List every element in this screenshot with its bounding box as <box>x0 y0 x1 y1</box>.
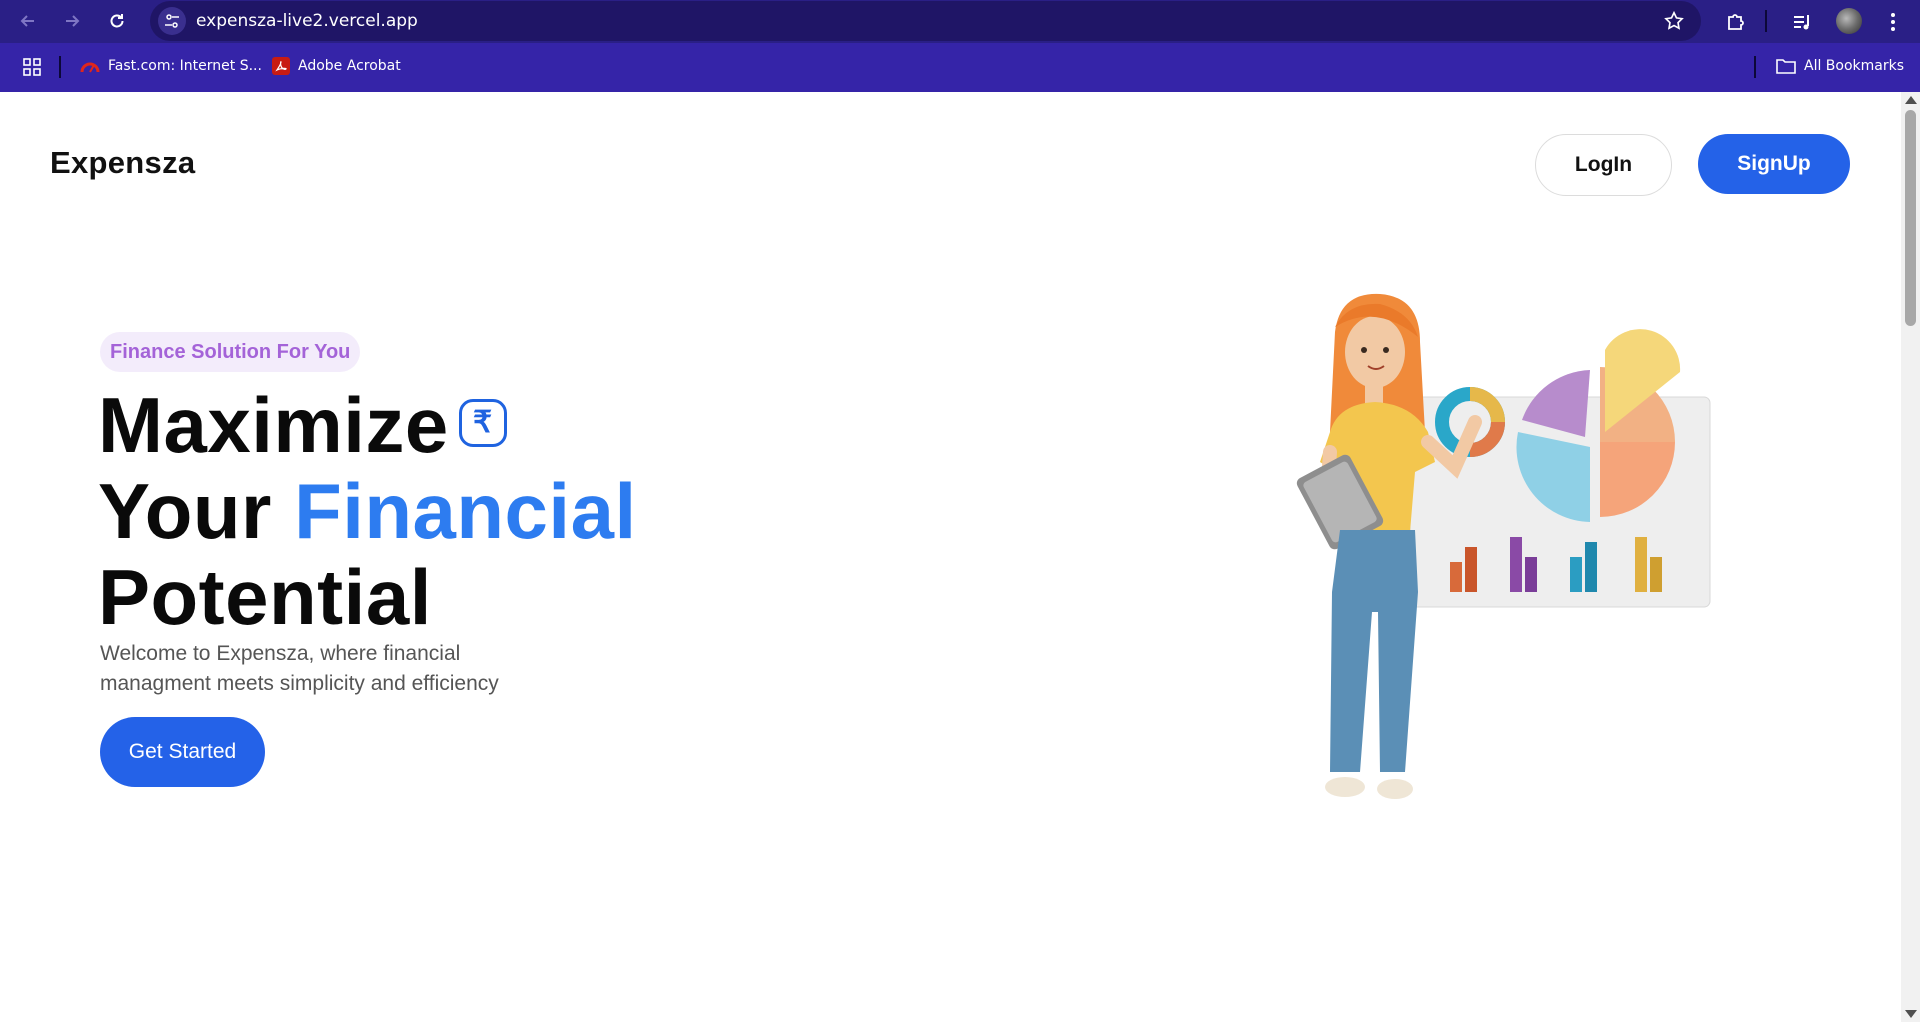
toolbar-divider <box>1765 10 1767 32</box>
hero-headline: Maximize ₹ Your Financial Potential <box>98 382 637 640</box>
page-content: Expensza LogIn SignUp Finance Solution F… <box>0 92 1901 1022</box>
bookmark-label: Adobe Acrobat <box>298 58 401 74</box>
scroll-up-arrow-icon[interactable] <box>1905 96 1917 104</box>
site-info-icon[interactable] <box>158 7 186 35</box>
reload-button[interactable] <box>103 7 131 35</box>
forward-button[interactable] <box>58 7 86 35</box>
signup-button[interactable]: SignUp <box>1698 134 1850 194</box>
bookmark-star-icon[interactable] <box>1663 10 1685 32</box>
page-scrollbar[interactable] <box>1901 92 1920 1022</box>
get-started-button[interactable]: Get Started <box>100 717 265 787</box>
scrollbar-thumb[interactable] <box>1905 110 1916 326</box>
login-button[interactable]: LogIn <box>1535 134 1672 196</box>
acrobat-icon <box>272 57 290 75</box>
scroll-down-arrow-icon[interactable] <box>1905 1010 1917 1018</box>
headline-word-financial: Financial <box>294 467 637 555</box>
bookmarks-divider <box>59 56 61 78</box>
tagline-badge: Finance Solution For You <box>100 332 361 372</box>
folder-icon <box>1776 59 1796 74</box>
fast-com-icon <box>80 62 100 73</box>
headline-line-2: Your Financial <box>98 468 637 554</box>
rupee-icon: ₹ <box>458 399 507 448</box>
all-bookmarks-button[interactable]: All Bookmarks <box>1776 55 1904 77</box>
menu-kebab-icon[interactable] <box>1880 9 1906 35</box>
bookmark-label: Fast.com: Internet S... <box>108 58 262 74</box>
address-bar[interactable]: expensza-live2.vercel.app <box>150 1 1701 41</box>
hero-illustration <box>1296 293 1711 799</box>
profile-avatar[interactable] <box>1836 8 1862 34</box>
hero-subtext: Welcome to Expensza, where financial man… <box>100 642 499 695</box>
back-button[interactable] <box>14 7 42 35</box>
url-text: expensza-live2.vercel.app <box>196 11 418 31</box>
extensions-icon[interactable] <box>1723 9 1749 35</box>
browser-toolbar: expensza-live2.vercel.app <box>0 0 1920 43</box>
headline-line-1: Maximize ₹ <box>98 382 637 468</box>
bookmarks-divider-right <box>1754 56 1756 78</box>
all-bookmarks-label: All Bookmarks <box>1804 58 1905 74</box>
media-control-icon[interactable] <box>1789 9 1815 35</box>
bookmark-fast-com[interactable]: Fast.com: Internet S... <box>80 55 262 77</box>
headline-line-3: Potential <box>98 553 432 641</box>
headline-word-your: Your <box>98 467 295 555</box>
site-logo[interactable]: Expensza <box>50 145 195 181</box>
bookmark-adobe-acrobat[interactable]: Adobe Acrobat <box>272 55 401 77</box>
headline-word-maximize: Maximize <box>98 381 449 469</box>
apps-grid-icon[interactable] <box>19 54 45 80</box>
